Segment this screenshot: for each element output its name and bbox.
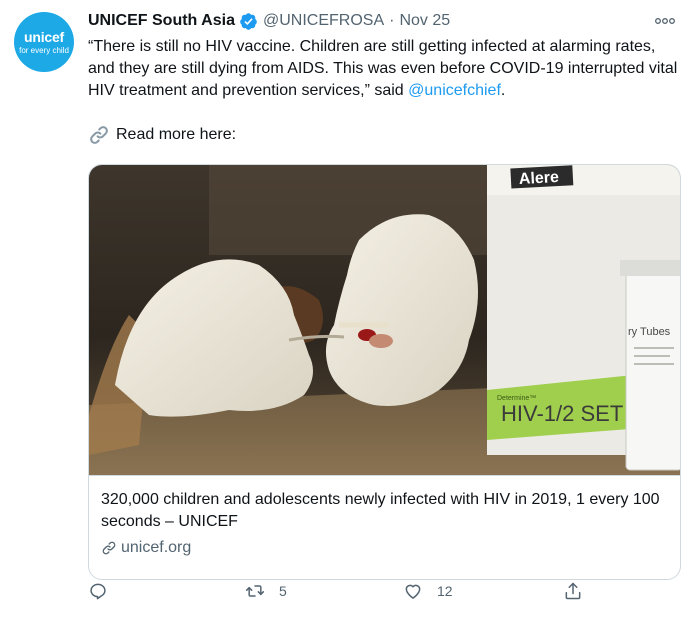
tweet-text-end: . (500, 82, 506, 99)
avatar[interactable]: unicef for every child (14, 12, 74, 72)
author-handle[interactable]: @UNICEFROSA (263, 12, 384, 30)
avatar-brand: unicef (23, 28, 65, 45)
card-domain: unicef.org (101, 537, 670, 559)
like-count: 12 (437, 583, 453, 599)
card-domain-text: unicef.org (121, 539, 192, 556)
tweet-text-body: “There is still no HIV vaccine. Children… (88, 38, 678, 99)
author-name[interactable]: UNICEF South Asia (88, 12, 235, 30)
reply-button[interactable] (88, 576, 122, 606)
avatar-tagline: for every child (19, 45, 69, 55)
retweet-button[interactable]: 5 (245, 576, 287, 606)
link-card[interactable]: Alere Determine™ HIV-1/2 SET ry Tubes 32… (88, 164, 681, 580)
more-options-icon (655, 18, 675, 24)
tweet-timestamp[interactable]: Nov 25 (399, 12, 450, 30)
tweet[interactable]: unicef for every child UNICEF South Asia… (0, 0, 700, 620)
header-separator: · (389, 12, 395, 29)
share-button[interactable] (563, 576, 597, 606)
action-bar: 5 12 (0, 576, 600, 606)
tweet-header: UNICEF South Asia @UNICEFROSA · Nov 25 (88, 10, 688, 32)
link-icon (90, 126, 108, 144)
share-icon (565, 582, 581, 600)
verified-badge-icon (240, 12, 257, 30)
card-body[interactable]: 320,000 children and adolescents newly i… (89, 475, 680, 559)
like-icon (405, 584, 421, 599)
retweet-count: 5 (279, 583, 287, 599)
read-more-text: Read more here: (116, 126, 237, 143)
card-image[interactable]: Alere Determine™ HIV-1/2 SET ry Tubes (89, 165, 681, 475)
retweet-icon (245, 585, 265, 597)
tweet-content: UNICEF South Asia @UNICEFROSA · Nov 25 “… (88, 10, 688, 580)
tweet-text: “There is still no HIV vaccine. Children… (88, 36, 678, 102)
box-set-label: HIV-1/2 SET (501, 401, 623, 426)
reply-icon (90, 583, 106, 600)
box-brand-label: Alere (519, 169, 560, 188)
mention-link[interactable]: @unicefchief (408, 82, 501, 99)
more-options-button[interactable] (650, 10, 680, 32)
like-button[interactable]: 12 (403, 576, 453, 606)
card-title[interactable]: 320,000 children and adolescents newly i… (101, 489, 670, 533)
tube-label: ry Tubes (628, 326, 671, 338)
read-more-line: Read more here: (88, 124, 688, 146)
chain-link-icon (102, 541, 116, 555)
